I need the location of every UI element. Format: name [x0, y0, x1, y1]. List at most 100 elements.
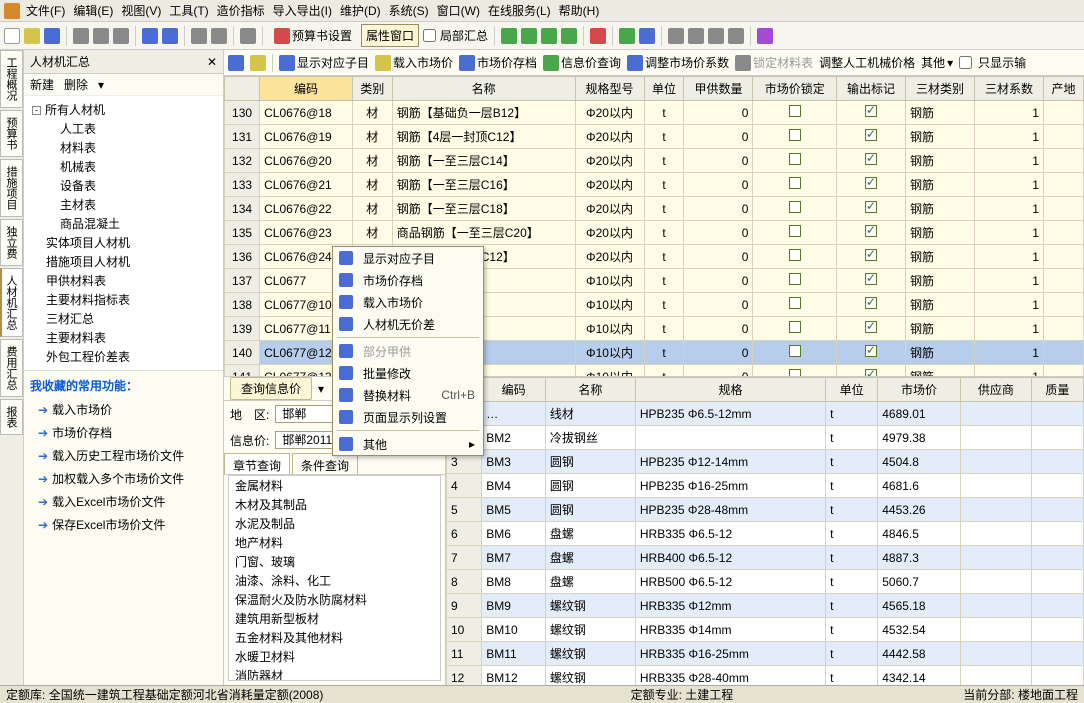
- checkbox[interactable]: [865, 177, 877, 189]
- menu-item[interactable]: 文件(F): [26, 2, 65, 19]
- load-price-button[interactable]: 载入市场价: [375, 54, 453, 71]
- context-menu-item[interactable]: 载入市场价: [333, 291, 483, 313]
- context-menu-item[interactable]: 替换材料Ctrl+B: [333, 384, 483, 406]
- table-row[interactable]: 9BM9螺纹钢HRB335 Φ12mmt4565.18: [447, 594, 1084, 618]
- category-item[interactable]: 水泥及制品: [229, 514, 440, 533]
- checkbox[interactable]: [865, 201, 877, 213]
- table-row[interactable]: 132CL0676@20材钢筋【一至三层C14】Φ20以内t0钢筋1: [225, 149, 1084, 173]
- table-row[interactable]: 7BM7盘螺HRB400 Φ6.5-12t4887.3: [447, 546, 1084, 570]
- col-header[interactable]: 类别: [352, 77, 392, 101]
- tab-condition[interactable]: 条件查询: [292, 453, 358, 474]
- col-header[interactable]: 市场价锁定: [753, 77, 837, 101]
- fav-item[interactable]: ➔载入Excel市场价文件: [30, 490, 217, 513]
- tree-item[interactable]: 实体项目人材机: [32, 233, 219, 252]
- context-menu-item[interactable]: 市场价存档: [333, 269, 483, 291]
- col-header[interactable]: 三材类别: [905, 77, 974, 101]
- col-header[interactable]: 编码: [260, 77, 353, 101]
- checkbox[interactable]: [789, 129, 801, 141]
- table-row[interactable]: 134CL0676@22材钢筋【一至三层C18】Φ20以内t0钢筋1: [225, 197, 1084, 221]
- checkbox[interactable]: [865, 297, 877, 309]
- checkbox[interactable]: [865, 345, 877, 357]
- tree-item[interactable]: 人工表: [32, 119, 219, 138]
- nav-next-icon[interactable]: [541, 28, 557, 44]
- save-price-button[interactable]: 市场价存档: [459, 54, 537, 71]
- vtab-report[interactable]: 报表: [0, 399, 23, 435]
- table-row[interactable]: 12BM12螺纹钢HRB335 Φ28-40mmt4342.14: [447, 666, 1084, 686]
- tree-item[interactable]: 设备表: [32, 176, 219, 195]
- category-item[interactable]: 五金材料及其他材料: [229, 628, 440, 647]
- context-menu-item[interactable]: 人材机无价差: [333, 313, 483, 335]
- show-children-button[interactable]: 显示对应子目: [279, 54, 369, 71]
- menu-item[interactable]: 工具(T): [169, 2, 208, 19]
- vtab-budget[interactable]: 预算书: [0, 110, 23, 157]
- tree-item[interactable]: 主要材料指标表: [32, 290, 219, 309]
- vtab-measure[interactable]: 措施项目: [0, 159, 23, 217]
- menu-item[interactable]: 系统(S): [389, 2, 429, 19]
- checkbox[interactable]: [789, 321, 801, 333]
- local-summary-checkbox[interactable]: [423, 29, 436, 42]
- tool-icon[interactable]: [228, 55, 244, 71]
- export-icon[interactable]: [639, 28, 655, 44]
- delete-icon[interactable]: [590, 28, 606, 44]
- category-item[interactable]: 水暖卫材料: [229, 647, 440, 666]
- context-menu-item[interactable]: 批量修改: [333, 362, 483, 384]
- checkbox[interactable]: [865, 153, 877, 165]
- tree-item[interactable]: 三材汇总: [32, 309, 219, 328]
- table-row[interactable]: 4BM4圆钢HPB235 Φ16-25mmt4681.6: [447, 474, 1084, 498]
- checkbox[interactable]: [789, 249, 801, 261]
- open-icon[interactable]: [24, 28, 40, 44]
- vtab-machine[interactable]: 人材机汇总: [0, 268, 23, 337]
- nav-last-icon[interactable]: [561, 28, 577, 44]
- col-header[interactable]: 单位: [644, 77, 684, 101]
- adjust-coef-button[interactable]: 调整市场价系数: [627, 54, 729, 71]
- excel-icon[interactable]: [619, 28, 635, 44]
- query-price-button[interactable]: 信息价查询: [543, 54, 621, 71]
- checkbox[interactable]: [789, 201, 801, 213]
- delete-link[interactable]: 删除: [64, 76, 88, 93]
- dropdown-icon[interactable]: ▾: [98, 78, 104, 92]
- menu-item[interactable]: 编辑(E): [73, 2, 113, 19]
- col-header[interactable]: 三材系数: [974, 77, 1043, 101]
- fav-item[interactable]: ➔保存Excel市场价文件: [30, 513, 217, 536]
- tree-item[interactable]: 商品混凝土: [32, 214, 219, 233]
- table-row[interactable]: 130CL0676@18材钢筋【基础负一层B12】Φ20以内t0钢筋1: [225, 101, 1084, 125]
- query-info-button[interactable]: 查询信息价: [230, 377, 312, 400]
- close-icon[interactable]: ✕: [207, 55, 217, 69]
- col-header[interactable]: 单位: [826, 378, 878, 402]
- category-item[interactable]: 建筑用新型板材: [229, 609, 440, 628]
- checkbox[interactable]: [789, 369, 801, 376]
- category-item[interactable]: 消防器材: [229, 666, 440, 681]
- chevron-down-icon[interactable]: ▾: [318, 382, 324, 396]
- checkbox[interactable]: [865, 129, 877, 141]
- tool-icon[interactable]: [191, 28, 207, 44]
- checkbox[interactable]: [789, 345, 801, 357]
- checkbox[interactable]: [865, 273, 877, 285]
- context-menu-item[interactable]: 页面显示列设置: [333, 406, 483, 428]
- table-row[interactable]: 131CL0676@19材钢筋【4层一封顶C12】Φ20以内t0钢筋1: [225, 125, 1084, 149]
- checkbox[interactable]: [789, 153, 801, 165]
- undo-icon[interactable]: [142, 28, 158, 44]
- nav-first-icon[interactable]: [501, 28, 517, 44]
- checkbox[interactable]: [865, 369, 877, 376]
- tool-icon[interactable]: [240, 28, 256, 44]
- fav-item[interactable]: ➔加权载入多个市场价文件: [30, 467, 217, 490]
- fav-item[interactable]: ➔载入历史工程市场价文件: [30, 444, 217, 467]
- checkbox[interactable]: [865, 105, 877, 117]
- redo-icon[interactable]: [162, 28, 178, 44]
- checkbox[interactable]: [865, 321, 877, 333]
- copy-icon[interactable]: [93, 28, 109, 44]
- checkbox[interactable]: [789, 177, 801, 189]
- tree-item[interactable]: 主材表: [32, 195, 219, 214]
- tool-icon[interactable]: [250, 55, 266, 71]
- new-icon[interactable]: [4, 28, 20, 44]
- collapse-icon[interactable]: -: [32, 106, 41, 115]
- context-menu-item[interactable]: 部分甲供: [333, 340, 483, 362]
- table-row[interactable]: 2BM2冷拔钢丝t4979.38: [447, 426, 1084, 450]
- col-header[interactable]: 质量: [1031, 378, 1083, 402]
- table-row[interactable]: 5BM5圆钢HPB235 Φ28-48mmt4453.26: [447, 498, 1084, 522]
- col-header[interactable]: 输出标记: [836, 77, 905, 101]
- tool-icon[interactable]: [668, 28, 684, 44]
- table-row[interactable]: 10BM10螺纹钢HRB335 Φ14mmt4532.54: [447, 618, 1084, 642]
- tree-item[interactable]: 主要材料表: [32, 328, 219, 347]
- col-header[interactable]: 规格型号: [575, 77, 644, 101]
